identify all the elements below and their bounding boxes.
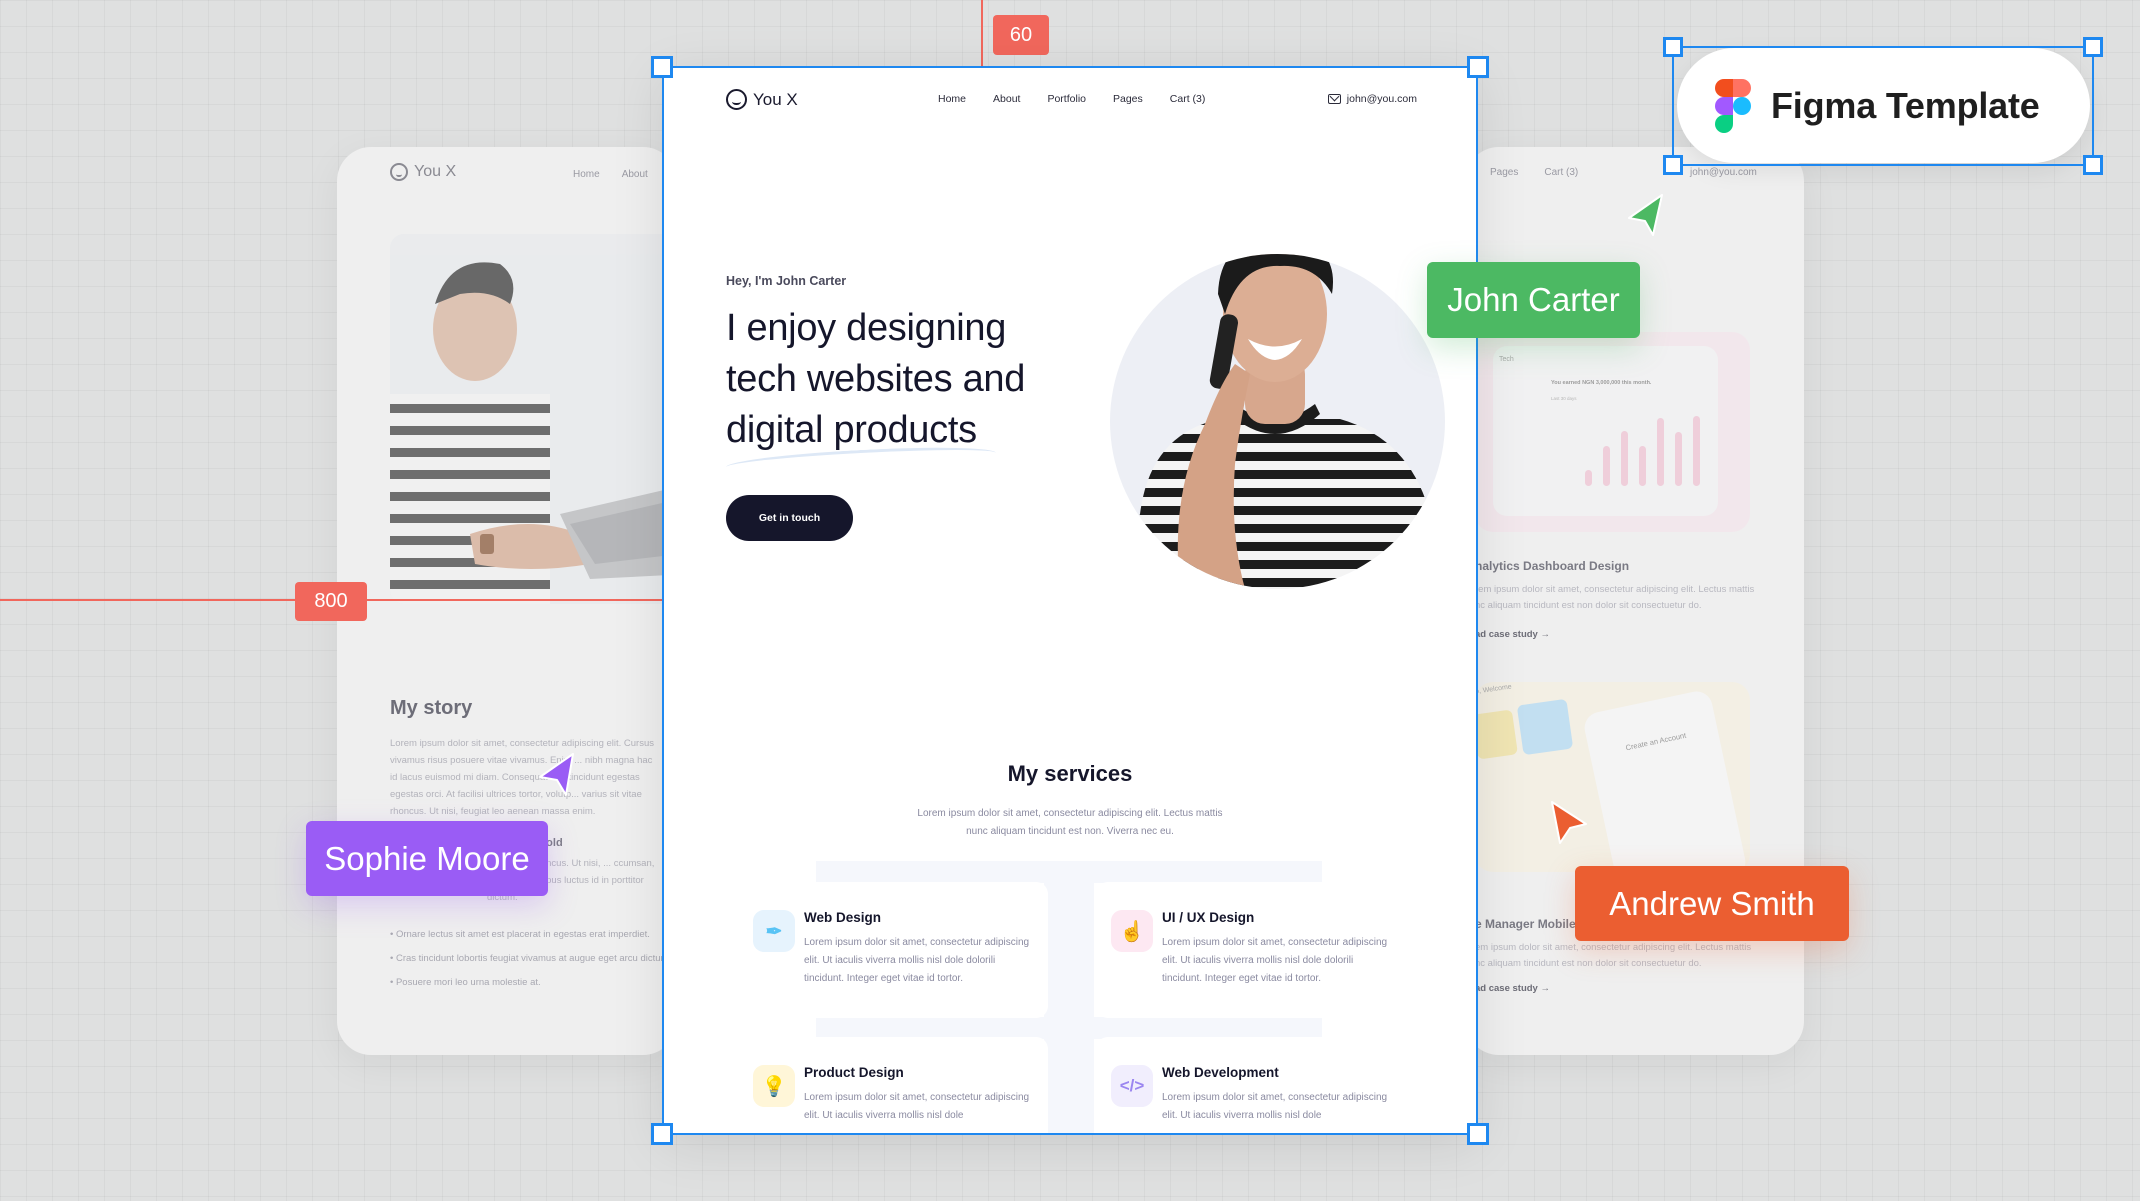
chart-bar: [1693, 416, 1700, 486]
vertical-measure-line: [981, 0, 983, 67]
measure-badge-top: 60: [993, 15, 1049, 55]
figma-template-label: Figma Template: [1771, 84, 2040, 126]
right-card-email[interactable]: john@you.com: [1690, 167, 1757, 178]
figma-template-badge: Figma Template: [1677, 48, 2090, 163]
service-card-product-design[interactable]: 💡 Product Design Lorem ipsum dolor sit a…: [738, 1037, 1048, 1134]
chart-bar: [1585, 470, 1592, 486]
brand-logo[interactable]: You X: [726, 89, 798, 110]
chart-bar: [1603, 446, 1610, 486]
resize-handle-bottom-right[interactable]: [2083, 155, 2103, 175]
pen-tool-icon: ✒: [753, 910, 795, 952]
my-story-text: Lorem ipsum dolor sit amet, consectetur …: [390, 738, 655, 817]
figma-logo-icon: [1715, 78, 1751, 133]
nav-home[interactable]: Home: [938, 93, 966, 105]
left-background-page: You X Home About My story Lorem ipsum do…: [337, 147, 677, 1055]
collaborator-tag-andrew-smith: Andrew Smith: [1575, 866, 1849, 941]
resize-handle-top-left[interactable]: [1663, 37, 1683, 57]
service-card-web-development[interactable]: </> Web Development Lorem ipsum dolor si…: [1096, 1037, 1406, 1134]
resize-handle-top-right[interactable]: [1467, 56, 1489, 78]
nav-about[interactable]: About: [993, 93, 1020, 105]
service-card-web-design[interactable]: ✒ Web Design Lorem ipsum dolor sit amet,…: [738, 882, 1048, 1018]
right-nav-pages[interactable]: Pages: [1490, 167, 1518, 178]
smile-logo-icon: [726, 89, 747, 110]
smile-logo-icon: [390, 163, 408, 181]
measure-badge-left: 800: [295, 582, 367, 621]
man-on-phone-photo: [1110, 254, 1445, 589]
left-nav-about[interactable]: About: [622, 169, 648, 180]
chart-bar: [1675, 432, 1682, 486]
right-nav-cart[interactable]: Cart (3): [1544, 167, 1578, 178]
touch-icon: ☝: [1111, 910, 1153, 952]
cursor-arrow-icon-purple: [539, 753, 574, 796]
project-text: rem ipsum dolor sit amet, consectetur ad…: [1475, 584, 1755, 611]
project-text: em ipsum dolor sit amet, consectetur adi…: [1475, 942, 1752, 969]
analytics-dashboard-thumbnail: Tech You earned NGN 3,000,000 this month…: [1475, 332, 1750, 532]
project-title: e Manager Mobile: [1475, 917, 1576, 931]
nav-email-link[interactable]: john@you.com: [1327, 93, 1417, 105]
hero-portrait: [1110, 254, 1445, 589]
list-item: • Posuere mori leo urna molestie at.: [390, 977, 541, 988]
list-item: • Ornare lectus sit amet est placerat in…: [390, 929, 650, 940]
story-bullet-list: • Ornare lectus sit amet est placerat in…: [390, 929, 677, 1001]
code-icon: </>: [1111, 1065, 1153, 1107]
mail-icon: [1327, 94, 1341, 104]
arrow-right-icon: →: [1540, 983, 1550, 994]
chart-bar: [1657, 418, 1664, 486]
collaborator-tag-sophie-moore: Sophie Moore: [306, 821, 548, 896]
list-item: • Cras tincidunt lobortis feugiat vivamu…: [390, 953, 672, 964]
right-card-nav: Pages Cart (3): [1490, 167, 1578, 178]
chart-bar: [1639, 446, 1646, 486]
mobile-app-thumbnail: o, Welcome Create an Account: [1475, 682, 1750, 872]
resize-handle-top-left[interactable]: [651, 56, 673, 78]
get-in-touch-button[interactable]: Get in touch: [726, 495, 853, 541]
hero-eyebrow: Hey, I'm John Carter: [726, 274, 847, 288]
resize-handle-bottom-right[interactable]: [1467, 1123, 1489, 1145]
left-card-nav: Home About: [573, 169, 648, 180]
services-subtitle: Lorem ipsum dolor sit amet, consectetur …: [917, 808, 1223, 837]
read-case-study-link[interactable]: ad case study →: [1475, 629, 1550, 640]
resize-handle-bottom-left[interactable]: [651, 1123, 673, 1145]
arrow-right-icon: →: [1540, 629, 1550, 640]
cursor-arrow-icon-green: [1628, 194, 1663, 236]
services-heading: My services: [1007, 761, 1133, 786]
nav-pages[interactable]: Pages: [1113, 93, 1143, 105]
top-navigation: You X Home About Portfolio Pages Cart (3…: [663, 67, 1477, 132]
left-card-logo: You X: [390, 163, 456, 181]
main-page-frame[interactable]: You X Home About Portfolio Pages Cart (3…: [663, 67, 1477, 1134]
collaborator-tag-john-carter: John Carter: [1427, 262, 1640, 338]
portrait-laptop-photo: [390, 234, 677, 604]
service-card-ui-ux-design[interactable]: ☝ UI / UX Design Lorem ipsum dolor sit a…: [1096, 882, 1406, 1018]
nav-portfolio[interactable]: Portfolio: [1047, 93, 1086, 105]
resize-handle-bottom-left[interactable]: [1663, 155, 1683, 175]
resize-handle-top-right[interactable]: [2083, 37, 2103, 57]
cursor-arrow-icon-orange: [1551, 801, 1587, 844]
read-case-study-link[interactable]: ad case study →: [1475, 983, 1550, 994]
hero-title: I enjoy designing tech websites and digi…: [726, 307, 1026, 451]
services-bg-band: [1044, 861, 1094, 1134]
left-nav-home[interactable]: Home: [573, 169, 600, 180]
nav-cart[interactable]: Cart (3): [1170, 93, 1206, 105]
my-story-heading: My story: [390, 697, 473, 719]
nav-links: Home About Portfolio Pages Cart (3): [938, 93, 1205, 105]
lightbulb-icon: 💡: [753, 1065, 795, 1107]
chart-bar: [1621, 431, 1628, 486]
project-title: nalytics Dashboard Design: [1475, 559, 1630, 573]
